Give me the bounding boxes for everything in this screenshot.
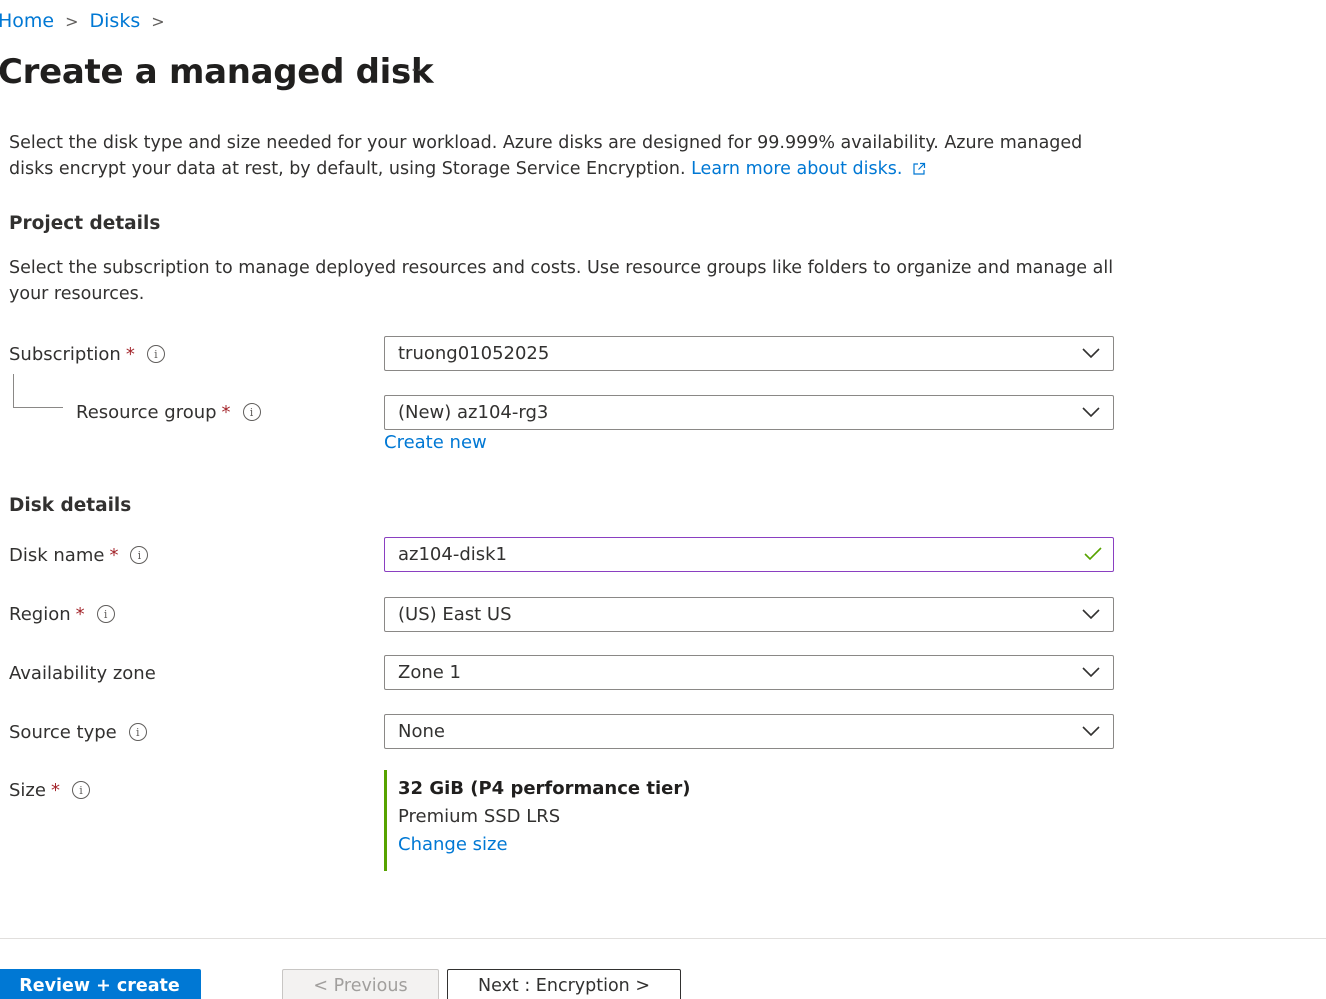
next-encryption-button[interactable]: Next : Encryption > xyxy=(447,969,681,999)
size-label-text: Size xyxy=(9,779,46,801)
source-type-value: None xyxy=(398,721,445,742)
region-label: Region * i xyxy=(9,602,115,626)
availability-zone-select[interactable]: Zone 1 xyxy=(384,655,1114,690)
size-summary: 32 GiB (P4 performance tier) Premium SSD… xyxy=(384,770,690,871)
chevron-down-icon xyxy=(1082,609,1100,620)
create-new-resource-group-link[interactable]: Create new xyxy=(384,432,487,453)
required-asterisk: * xyxy=(109,544,119,566)
tree-connector xyxy=(13,407,63,408)
availability-zone-value: Zone 1 xyxy=(398,662,461,683)
footer-divider xyxy=(0,938,1326,939)
source-type-select[interactable]: None xyxy=(384,714,1114,749)
info-icon[interactable]: i xyxy=(96,605,115,623)
subscription-value: truong01052025 xyxy=(398,343,550,364)
subscription-select[interactable]: truong01052025 xyxy=(384,336,1114,371)
change-size-link[interactable]: Change size xyxy=(398,834,690,855)
availability-zone-label-text: Availability zone xyxy=(9,662,156,684)
chevron-down-icon xyxy=(1082,407,1100,418)
breadcrumb-separator: > xyxy=(65,11,79,31)
resource-group-label-text: Resource group xyxy=(76,401,217,423)
required-asterisk: * xyxy=(221,401,231,423)
subscription-label: Subscription * i xyxy=(9,342,165,366)
required-asterisk: * xyxy=(50,779,60,801)
size-sku: Premium SSD LRS xyxy=(398,806,561,827)
required-asterisk: * xyxy=(125,343,135,365)
region-select[interactable]: (US) East US xyxy=(384,597,1114,632)
resource-group-label: Resource group * i xyxy=(76,400,261,424)
subscription-label-text: Subscription xyxy=(9,343,121,365)
disk-name-input[interactable]: az104-disk1 xyxy=(384,537,1114,572)
chevron-down-icon xyxy=(1082,726,1100,737)
availability-zone-label: Availability zone xyxy=(9,661,156,685)
required-asterisk: * xyxy=(75,603,85,625)
project-description: Select the subscription to manage deploy… xyxy=(9,258,1114,304)
breadcrumb: Home > Disks > xyxy=(0,10,176,32)
info-icon[interactable]: i xyxy=(71,781,90,799)
resource-group-select[interactable]: (New) az104-rg3 xyxy=(384,395,1114,430)
info-icon[interactable]: i xyxy=(128,723,147,741)
create-managed-disk-page: Home > Disks > Create a managed disk ···… xyxy=(0,0,1326,999)
page-title: Create a managed disk xyxy=(0,52,434,92)
size-value: 32 GiB (P4 performance tier) xyxy=(398,778,691,799)
disk-details-heading: Disk details xyxy=(9,495,132,516)
intro-description: Select the disk type and size needed for… xyxy=(9,130,1119,184)
review-create-button[interactable]: Review + create xyxy=(0,969,201,999)
project-details-heading: Project details xyxy=(9,213,161,234)
previous-button[interactable]: < Previous xyxy=(282,969,439,999)
breadcrumb-home[interactable]: Home xyxy=(0,10,54,32)
info-icon[interactable]: i xyxy=(242,403,261,421)
breadcrumb-disks[interactable]: Disks xyxy=(90,10,141,32)
region-label-text: Region xyxy=(9,603,71,625)
info-icon[interactable]: i xyxy=(146,345,165,363)
chevron-down-icon xyxy=(1082,667,1100,678)
region-value: (US) East US xyxy=(398,604,512,625)
chevron-down-icon xyxy=(1082,348,1100,359)
disk-name-label: Disk name * i xyxy=(9,543,149,567)
resource-group-value: (New) az104-rg3 xyxy=(398,402,549,423)
breadcrumb-separator: > xyxy=(151,11,165,31)
learn-more-link[interactable]: Learn more about disks. xyxy=(691,159,902,179)
source-type-label-text: Source type xyxy=(9,721,117,743)
size-label: Size * i xyxy=(9,778,90,802)
disk-name-value: az104-disk1 xyxy=(398,544,508,565)
info-icon[interactable]: i xyxy=(130,546,149,564)
checkmark-icon xyxy=(1084,547,1102,561)
tree-connector xyxy=(13,374,14,408)
external-link-icon xyxy=(912,158,926,184)
more-options-icon[interactable]: ··· xyxy=(405,60,422,81)
source-type-label: Source type i xyxy=(9,720,147,744)
disk-name-label-text: Disk name xyxy=(9,544,105,566)
